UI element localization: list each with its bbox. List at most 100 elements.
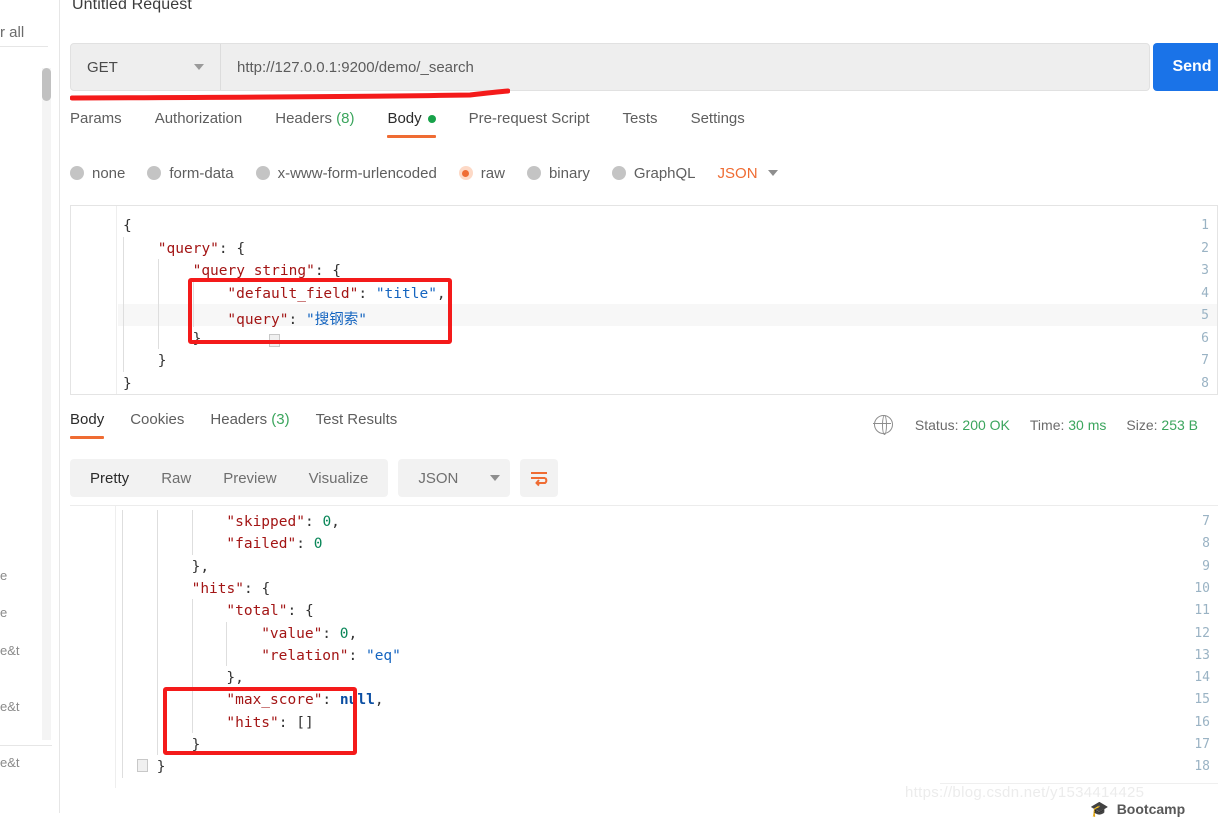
sidebar-divider [0, 745, 52, 746]
view-mode-pretty[interactable]: Pretty [74, 463, 145, 493]
body-type-x-www-form-urlencoded[interactable]: x-www-form-urlencoded [255, 165, 437, 182]
code-token-key: "query_string" [192, 263, 315, 279]
code-token-num: 0 [339, 625, 349, 642]
code-token-punc: : [278, 714, 297, 731]
line-number: 11 [1194, 603, 1210, 619]
code-token-key: "hits" [226, 714, 279, 731]
method-label: GET [87, 58, 118, 76]
body-type-binary[interactable]: binary [526, 165, 590, 182]
code-token-punc: { [123, 218, 132, 234]
wrap-lines-button[interactable] [520, 459, 559, 497]
url-bar: GET http://127.0.0.1:9200/demo/_search [70, 43, 1150, 91]
sidebar-history-item[interactable]: e&t [0, 643, 42, 658]
code-token-punc: : [348, 647, 366, 664]
response-tab-headers[interactable]: Headers (3) [210, 411, 289, 439]
code-line: "hits": [] [226, 715, 313, 731]
view-mode-visualize[interactable]: Visualize [293, 463, 385, 493]
code-line: "skipped": 0, [226, 514, 340, 530]
request-tab-tests[interactable]: Tests [623, 110, 658, 138]
response-body-viewer[interactable]: 7 "skipped": 0, 8 "failed": 0 9}, 10 "hits": {… [70, 505, 1218, 788]
radio-icon [70, 166, 84, 180]
request-gutter [71, 206, 117, 394]
code-token-str: "title" [375, 285, 437, 302]
code-line: } [193, 331, 202, 347]
chevron-down-icon [490, 475, 501, 481]
response-tab-test-results[interactable]: Test Results [316, 411, 398, 439]
response-tab-body[interactable]: Body [70, 411, 105, 439]
code-token-key: "query" [157, 240, 219, 257]
request-tab-authorization[interactable]: Authorization [155, 110, 243, 138]
code-token-punc: : [358, 285, 376, 302]
request-body-editor[interactable]: 1{2 "query": {3 "query_string": {4 "default… [70, 205, 1218, 395]
clear-all-label[interactable]: r all [0, 24, 48, 41]
code-token-punc: , [374, 692, 384, 709]
request-tab-body[interactable]: Body [387, 110, 436, 138]
sidebar-history-item[interactable]: e [0, 568, 42, 583]
response-gutter [70, 506, 116, 788]
tab-label: Headers [275, 110, 332, 127]
code-token-null: null [339, 692, 375, 709]
code-line: } [192, 737, 201, 753]
code-token-punc: : [322, 625, 340, 642]
body-type-form-data[interactable]: form-data [147, 165, 234, 182]
sidebar-history-item[interactable]: e&t [0, 755, 42, 770]
time-badge: Time: 30 ms [1030, 417, 1107, 433]
code-token-punc: : { [314, 263, 342, 279]
line-number: 10 [1194, 580, 1210, 596]
tab-label: Params [70, 110, 122, 127]
view-mode-raw[interactable]: Raw [145, 463, 207, 493]
body-format-label[interactable]: JSON [718, 165, 758, 182]
code-line: } [123, 376, 132, 392]
wrap-lines-icon [531, 472, 548, 487]
request-tab-settings[interactable]: Settings [691, 110, 745, 138]
indent-guide [123, 236, 124, 372]
send-button[interactable]: Send [1153, 43, 1218, 91]
sidebar-scrollbar-track[interactable] [42, 68, 51, 740]
code-fold-marker[interactable] [269, 334, 280, 347]
body-type-none[interactable]: none [70, 165, 125, 182]
code-token-punc: : [304, 514, 323, 530]
status-label: Status: [914, 416, 959, 433]
method-selector[interactable]: GET [71, 44, 221, 90]
response-tabs: Body Cookies Headers (3) Test Results [70, 411, 770, 445]
body-type-raw[interactable]: raw [458, 165, 505, 182]
url-input[interactable]: http://127.0.0.1:9200/demo/_search [221, 44, 1149, 90]
indent-guide [122, 510, 123, 778]
sidebar-scrollbar-thumb[interactable] [42, 68, 51, 101]
response-format-selector[interactable]: JSON [398, 459, 511, 497]
bootcamp-link[interactable]: 🎓 Bootcamp [1090, 800, 1185, 818]
line-number: 7 [1202, 514, 1210, 529]
response-toolbar: Pretty Raw Preview Visualize JSON [70, 459, 559, 497]
page-title: Untitled Request [72, 0, 192, 13]
line-number: 6 [1201, 330, 1209, 346]
line-number: 1 [1201, 218, 1209, 233]
tab-label: Test Results [315, 411, 398, 428]
size-badge: Size: 253 B [1126, 417, 1198, 433]
code-line: "relation": "eq" [261, 648, 401, 664]
tab-label: Body [387, 110, 422, 127]
response-view-modes: Pretty Raw Preview Visualize [70, 459, 389, 497]
time-label: Time: [1029, 416, 1065, 433]
code-token-key: "skipped" [226, 514, 305, 530]
watermark: https://blog.csdn.net/y1534414425 [905, 784, 1145, 801]
line-number: 17 [1194, 737, 1210, 752]
chevron-down-icon [194, 64, 204, 70]
code-token-key: "failed" [226, 536, 297, 553]
code-line: "max_score": null, [226, 692, 383, 708]
line-number: 3 [1201, 263, 1209, 278]
view-mode-preview[interactable]: Preview [207, 463, 292, 493]
code-line: "query": { [158, 241, 245, 257]
radio-icon [526, 166, 541, 180]
request-tab-pre-request-script[interactable]: Pre-request Script [469, 110, 590, 138]
request-response-pane: Untitled Request GET http://127.0.0.1:92… [60, 0, 1218, 813]
sidebar-history-item[interactable]: e&t [0, 699, 42, 714]
request-tab-headers[interactable]: Headers (8) [275, 110, 354, 138]
code-line: }, [192, 559, 209, 575]
code-fold-marker[interactable] [137, 759, 148, 772]
request-tab-params[interactable]: Params [70, 110, 122, 138]
indent-guide [191, 599, 193, 733]
chevron-down-icon[interactable] [767, 170, 778, 176]
sidebar-history-item[interactable]: e [0, 605, 42, 620]
body-type-graphql[interactable]: GraphQL [611, 165, 696, 182]
response-tab-cookies[interactable]: Cookies [130, 411, 184, 439]
